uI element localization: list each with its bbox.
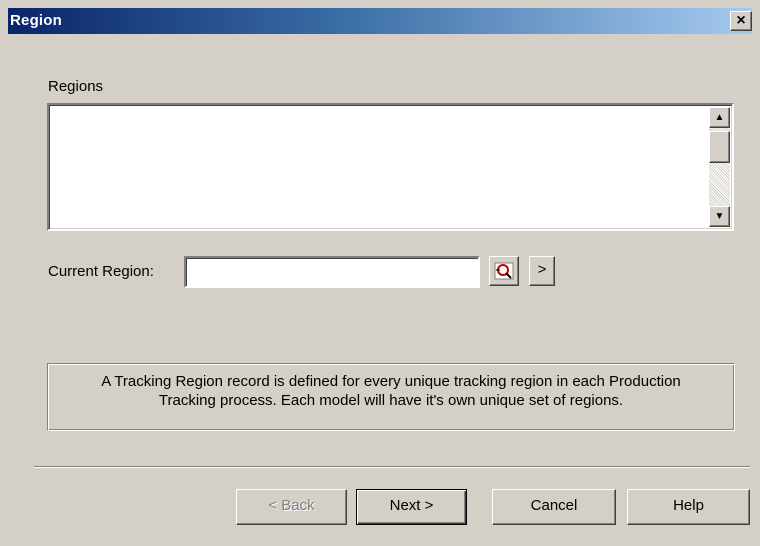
next-button[interactable]: Next > — [356, 489, 467, 525]
close-button[interactable]: × — [730, 11, 752, 31]
regions-listbox[interactable]: ▲ ▼ — [47, 103, 734, 231]
scroll-thumb[interactable] — [709, 131, 730, 163]
scroll-down-button[interactable]: ▼ — [709, 206, 730, 227]
current-region-label: Current Region: — [48, 263, 154, 280]
title-bar[interactable]: Region × — [8, 8, 752, 34]
regions-scrollbar[interactable]: ▲ ▼ — [709, 107, 730, 227]
info-line-2: Tracking process. Each model will have i… — [158, 392, 624, 409]
help-button[interactable]: Help — [627, 489, 750, 525]
info-box: A Tracking Region record is defined for … — [47, 363, 735, 431]
current-region-next-button[interactable]: > — [529, 256, 555, 286]
scroll-up-button[interactable]: ▲ — [709, 107, 730, 128]
arrow-up-icon: ▲ — [714, 112, 725, 123]
cancel-button[interactable]: Cancel — [492, 489, 616, 525]
regions-label: Regions — [48, 78, 104, 95]
window-title: Region — [10, 12, 63, 29]
info-line-1: A Tracking Region record is defined for … — [101, 373, 681, 390]
arrow-down-icon: ▼ — [714, 211, 725, 222]
current-region-input[interactable] — [184, 256, 480, 288]
separator — [34, 466, 750, 468]
search-region-icon — [494, 262, 514, 280]
close-icon: × — [736, 12, 746, 29]
chevron-right-icon: > — [537, 261, 547, 278]
search-region-button[interactable] — [489, 256, 519, 286]
back-button[interactable]: < Back — [236, 489, 347, 525]
